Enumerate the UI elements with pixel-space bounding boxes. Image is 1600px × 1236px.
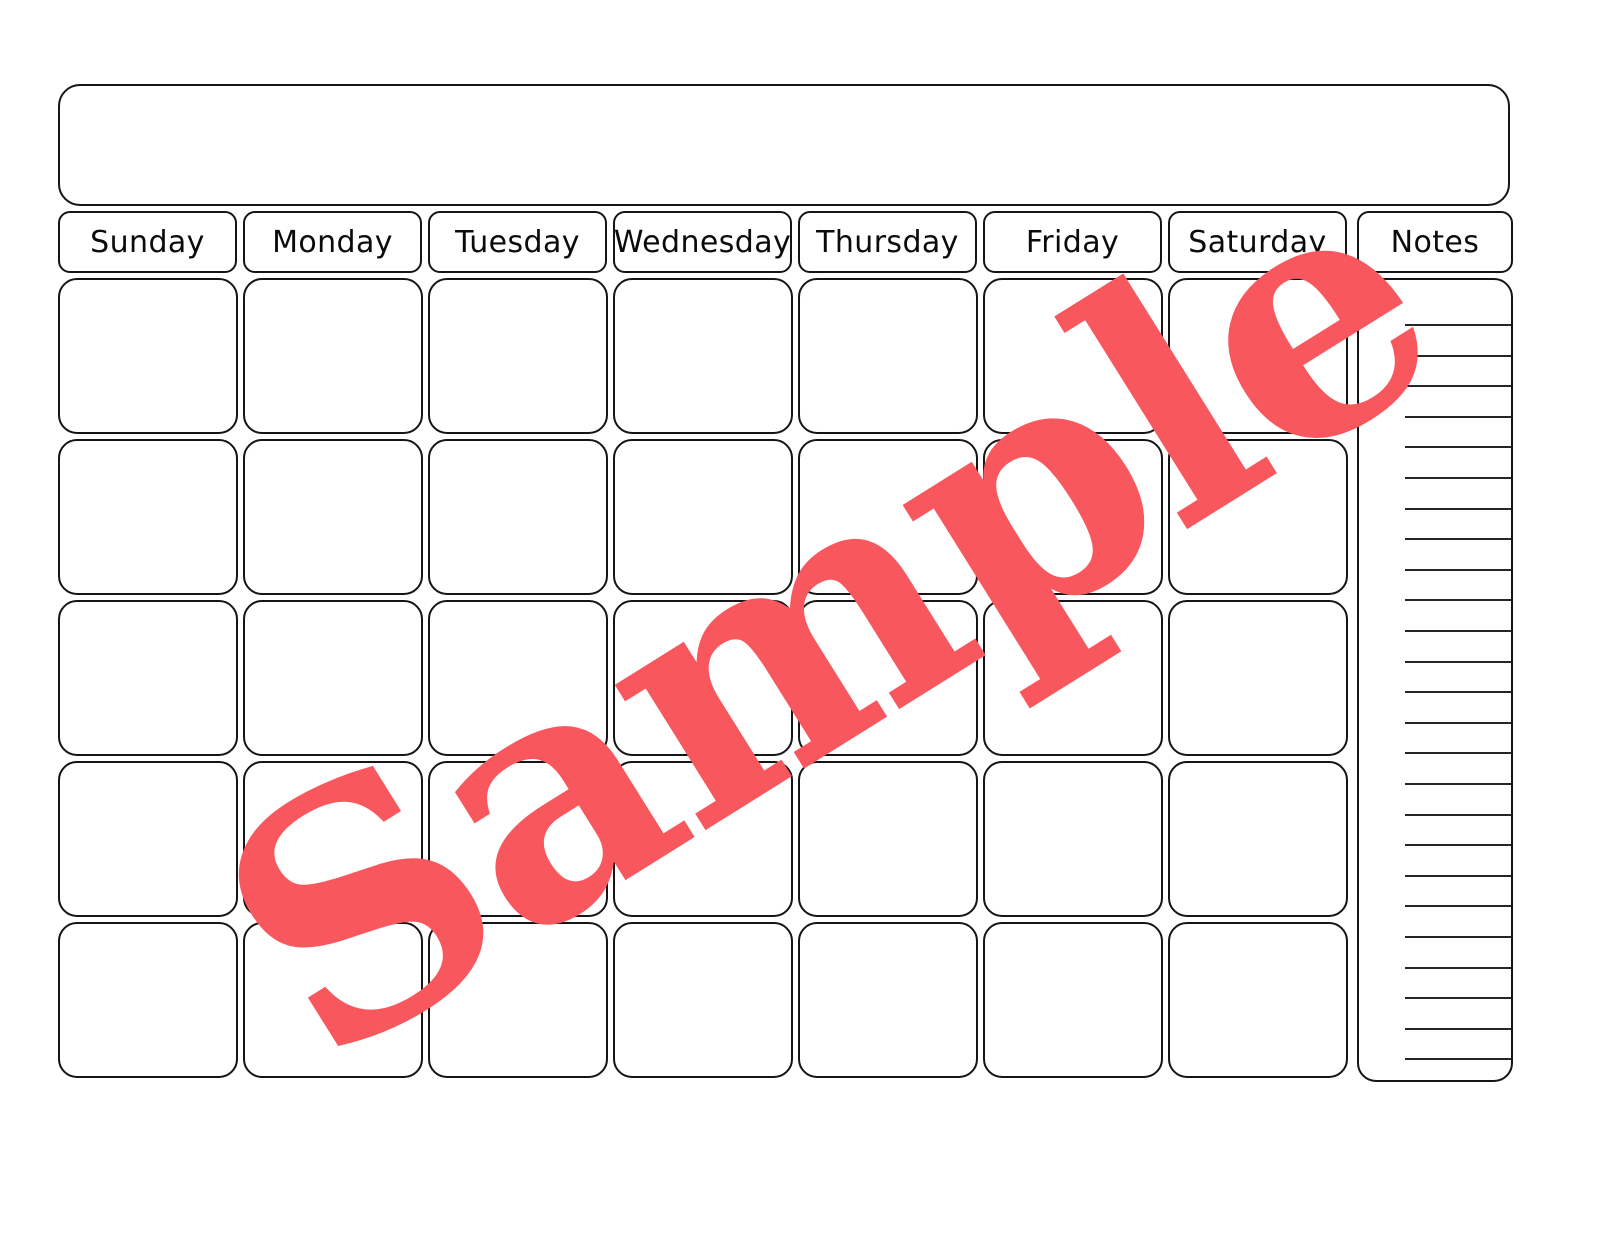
calendar-day-cell[interactable] (243, 922, 423, 1078)
day-header-label: Monday (272, 224, 393, 260)
month-title-banner[interactable] (58, 84, 1510, 206)
calendar-day-cell[interactable] (798, 761, 978, 917)
note-line[interactable] (1405, 385, 1511, 388)
day-header-label: Sunday (90, 224, 205, 260)
note-line[interactable] (1405, 905, 1511, 908)
calendar-day-cell[interactable] (428, 761, 608, 917)
note-line[interactable] (1405, 538, 1511, 541)
calendar-day-cell[interactable] (983, 439, 1163, 595)
calendar-day-cell[interactable] (613, 278, 793, 434)
calendar-day-cell[interactable] (613, 761, 793, 917)
note-line[interactable] (1405, 599, 1511, 602)
calendar-day-cell[interactable] (243, 600, 423, 756)
calendar-day-cell[interactable] (613, 600, 793, 756)
note-line[interactable] (1405, 507, 1511, 510)
note-line[interactable] (1405, 324, 1511, 326)
day-header-monday: Monday (243, 211, 422, 273)
calendar-day-cell[interactable] (58, 761, 238, 917)
note-line[interactable] (1405, 966, 1511, 969)
calendar-day-cell[interactable] (798, 278, 978, 434)
note-line[interactable] (1405, 415, 1511, 418)
calendar-day-cell[interactable] (1168, 439, 1348, 595)
note-line[interactable] (1405, 844, 1511, 847)
calendar-day-cell[interactable] (798, 439, 978, 595)
note-line[interactable] (1405, 813, 1511, 816)
calendar-day-cell[interactable] (58, 600, 238, 756)
calendar-day-cell[interactable] (58, 439, 238, 595)
day-header-label: Thursday (816, 224, 959, 260)
notes-panel[interactable] (1357, 278, 1513, 1082)
notes-header-label: Notes (1390, 224, 1480, 260)
day-header-friday: Friday (983, 211, 1162, 273)
note-line[interactable] (1405, 721, 1511, 724)
calendar-day-cell[interactable] (243, 439, 423, 595)
note-line[interactable] (1405, 783, 1511, 785)
calendar-day-cell[interactable] (1168, 761, 1348, 917)
calendar-day-cell[interactable] (428, 922, 608, 1078)
note-line[interactable] (1405, 354, 1511, 357)
day-header-label: Friday (1025, 224, 1120, 260)
note-line[interactable] (1405, 446, 1511, 449)
calendar-day-cell[interactable] (428, 278, 608, 434)
calendar-day-cell[interactable] (243, 278, 423, 434)
note-line[interactable] (1405, 874, 1511, 877)
calendar-day-cell[interactable] (983, 922, 1163, 1078)
calendar-day-cell[interactable] (58, 922, 238, 1078)
note-line[interactable] (1405, 630, 1511, 632)
note-line[interactable] (1405, 752, 1511, 755)
calendar-day-cell[interactable] (613, 922, 793, 1078)
notes-header: Notes (1357, 211, 1513, 273)
calendar-day-cell[interactable] (1168, 278, 1348, 434)
note-line[interactable] (1405, 691, 1511, 694)
calendar-day-cell[interactable] (58, 278, 238, 434)
note-line[interactable] (1405, 660, 1511, 663)
calendar-day-cell[interactable] (798, 922, 978, 1078)
calendar-day-cell[interactable] (428, 600, 608, 756)
calendar-day-cell[interactable] (983, 278, 1163, 434)
calendar-day-cell[interactable] (798, 600, 978, 756)
calendar-day-cell[interactable] (983, 600, 1163, 756)
note-line[interactable] (1405, 1027, 1511, 1030)
day-header-wednesday: Wednesday (613, 211, 792, 273)
note-line[interactable] (1405, 477, 1511, 479)
calendar-day-cell[interactable] (428, 439, 608, 595)
day-header-label: Saturday (1188, 224, 1327, 260)
day-header-saturday: Saturday (1168, 211, 1347, 273)
calendar-day-cell[interactable] (613, 439, 793, 595)
calendar-page: Sunday Monday Tuesday Wednesday Thursday Frid… (0, 0, 1600, 1236)
calendar-grid (58, 278, 1352, 1082)
day-header-label: Wednesday (613, 224, 792, 260)
calendar-day-cell[interactable] (243, 761, 423, 917)
note-line[interactable] (1405, 1058, 1511, 1061)
day-header-sunday: Sunday (58, 211, 237, 273)
calendar-day-cell[interactable] (1168, 600, 1348, 756)
calendar-day-cell[interactable] (983, 761, 1163, 917)
calendar-day-cell[interactable] (1168, 922, 1348, 1078)
note-line[interactable] (1405, 936, 1511, 938)
day-header-thursday: Thursday (798, 211, 977, 273)
day-header-label: Tuesday (455, 224, 580, 260)
day-header-tuesday: Tuesday (428, 211, 607, 273)
note-line[interactable] (1405, 568, 1511, 571)
note-line[interactable] (1405, 997, 1511, 1000)
weekday-header-row: Sunday Monday Tuesday Wednesday Thursday Frid… (58, 211, 1513, 273)
